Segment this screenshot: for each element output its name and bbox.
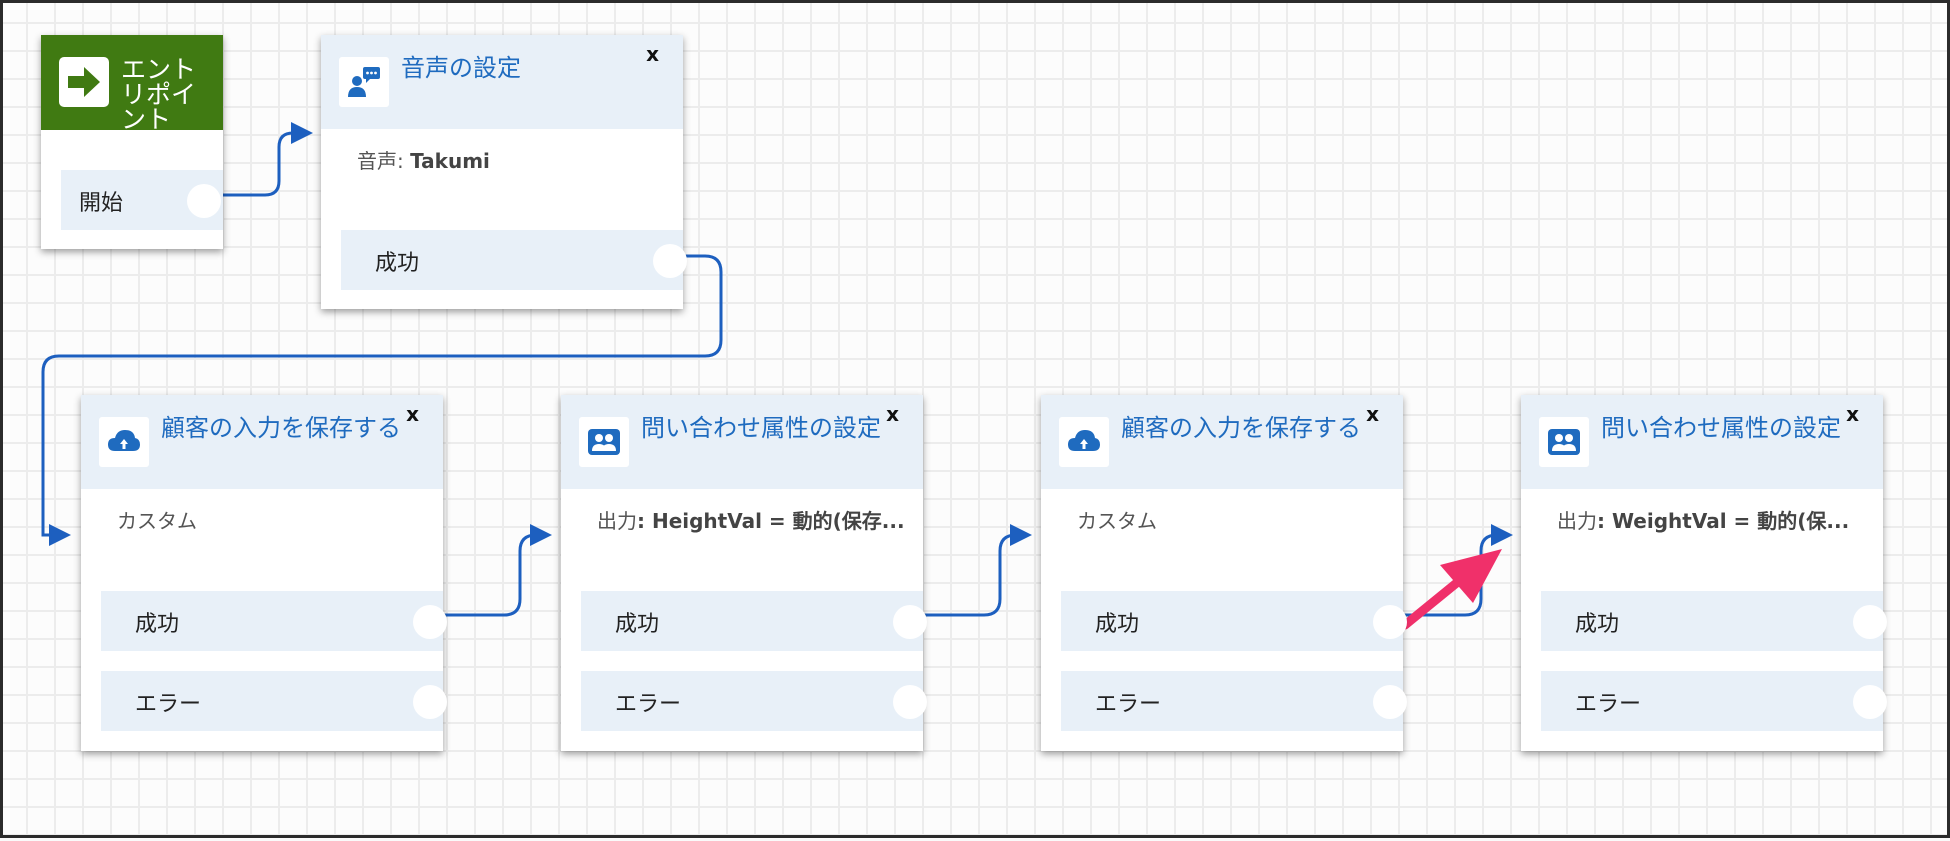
branch-error[interactable]: エラー (1541, 671, 1887, 731)
branch-label: 開始 (79, 191, 124, 216)
store-customer-input-block[interactable]: 顧客の入力を保存する x カスタム 成功 エラー (1041, 395, 1407, 751)
output-port[interactable] (1373, 605, 1407, 639)
branch-label: 成功 (1575, 612, 1620, 637)
wire-arrow-head (1491, 524, 1513, 546)
branch-success[interactable]: 成功 (341, 230, 687, 290)
store-customer-input-block[interactable]: 顧客の入力を保存する x カスタム 成功 エラー (81, 395, 447, 751)
block-detail: カスタム (117, 509, 197, 533)
people-icon (1539, 417, 1589, 467)
people-icon (579, 417, 629, 467)
branch-label: エラー (1095, 692, 1162, 717)
block-title: 問い合わせ属性の設定 (1601, 414, 1841, 442)
branch-label: 成功 (375, 251, 420, 276)
output-port[interactable] (1853, 605, 1887, 639)
wire-arrow-head (49, 524, 71, 546)
branch-start[interactable]: 開始 (61, 170, 223, 230)
output-port[interactable] (893, 685, 927, 719)
entry-point-title: エントリポイント (121, 55, 197, 130)
branch-success[interactable]: 成功 (101, 591, 447, 651)
output-port[interactable] (893, 605, 927, 639)
voice-settings-icon (339, 57, 389, 107)
branch-success[interactable]: 成功 (1061, 591, 1407, 651)
set-contact-attributes-block[interactable]: 問い合わせ属性の設定 x 出力: WeightVal = 動的(保... 成功 … (1521, 395, 1887, 751)
entry-point-header: エントリポイント (41, 35, 223, 130)
branch-error[interactable]: エラー (581, 671, 927, 731)
block-header: 音声の設定 x (321, 35, 683, 129)
close-button[interactable]: x (646, 43, 659, 65)
block-header: 顧客の入力を保存する x (81, 395, 443, 489)
block-title: 顧客の入力を保存する (161, 414, 401, 442)
arrow-right-icon (59, 57, 109, 107)
block-header: 問い合わせ属性の設定 x (561, 395, 923, 489)
close-button[interactable]: x (886, 403, 899, 425)
branch-success[interactable]: 成功 (1541, 591, 1887, 651)
wire-arrow-head (530, 524, 552, 546)
set-contact-attributes-block[interactable]: 問い合わせ属性の設定 x 出力: HeightVal = 動的(保存... 成功… (561, 395, 927, 751)
output-port[interactable] (1373, 685, 1407, 719)
block-header: 顧客の入力を保存する x (1041, 395, 1403, 489)
wire-entry-to-voice (221, 131, 301, 197)
close-button[interactable]: x (1366, 403, 1379, 425)
output-port[interactable] (413, 685, 447, 719)
flow-canvas[interactable]: エントリポイント 開始 音声の設定 x 音声: Takumi 成功 顧客の入力を… (0, 0, 1950, 838)
branch-label: エラー (135, 692, 202, 717)
block-detail: 出力: WeightVal = 動的(保... (1557, 509, 1850, 533)
block-detail: カスタム (1077, 509, 1157, 533)
set-voice-block[interactable]: 音声の設定 x 音声: Takumi 成功 (321, 35, 687, 309)
branch-label: 成功 (1095, 612, 1140, 637)
block-title: 顧客の入力を保存する (1121, 414, 1361, 442)
close-button[interactable]: x (1846, 403, 1859, 425)
branch-label: 成功 (615, 612, 660, 637)
block-detail: 出力: HeightVal = 動的(保存... (597, 509, 903, 533)
cloud-icon (99, 417, 149, 467)
entry-point-block[interactable]: エントリポイント 開始 (41, 35, 223, 249)
branch-error[interactable]: エラー (101, 671, 447, 731)
branch-label: 成功 (135, 612, 180, 637)
block-detail: 音声: Takumi (357, 149, 490, 173)
block-title: 問い合わせ属性の設定 (641, 414, 881, 442)
cloud-icon (1059, 417, 1109, 467)
output-port[interactable] (187, 184, 221, 218)
output-port[interactable] (1853, 685, 1887, 719)
block-title: 音声の設定 (401, 54, 521, 82)
output-port[interactable] (653, 244, 687, 278)
branch-error[interactable]: エラー (1061, 671, 1407, 731)
wire-input1-to-attr1 (441, 533, 539, 617)
wire-attr1-to-input2 (921, 533, 1019, 617)
wire-arrow-head (1010, 524, 1032, 546)
branch-label: エラー (615, 692, 682, 717)
block-header: 問い合わせ属性の設定 x (1521, 395, 1883, 489)
branch-label: エラー (1575, 692, 1642, 717)
wire-arrow-head (291, 122, 313, 144)
branch-success[interactable]: 成功 (581, 591, 927, 651)
output-port[interactable] (413, 605, 447, 639)
close-button[interactable]: x (406, 403, 419, 425)
